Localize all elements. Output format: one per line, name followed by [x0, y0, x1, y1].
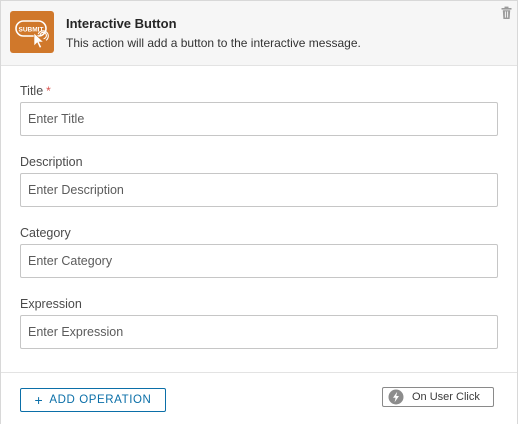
- card-header: SUBMIT Interactive Button This action wi…: [1, 1, 517, 66]
- title-field-label: Title *: [20, 84, 51, 98]
- submit-button-icon: SUBMIT: [10, 11, 54, 53]
- description-field-label: Description: [20, 155, 83, 169]
- add-operation-label: ADD OPERATION: [49, 394, 152, 406]
- lightning-bolt-icon: [388, 389, 404, 405]
- category-input[interactable]: [20, 244, 498, 278]
- card-footer: + ADD OPERATION On User Click: [1, 372, 517, 424]
- on-user-click-trigger[interactable]: On User Click: [382, 387, 494, 407]
- action-form: Title* Description Category Expression: [1, 66, 517, 372]
- title-input[interactable]: [20, 102, 498, 136]
- trash-icon[interactable]: [500, 6, 513, 20]
- expression-input[interactable]: [20, 315, 498, 349]
- plus-icon: +: [34, 392, 44, 408]
- trigger-label: On User Click: [412, 391, 480, 403]
- title-label-text: Title: [20, 84, 44, 98]
- add-operation-button[interactable]: + ADD OPERATION: [20, 388, 166, 412]
- action-title: Interactive Button: [66, 16, 177, 31]
- description-input[interactable]: [20, 173, 498, 207]
- action-description: This action will add a button to the int…: [66, 36, 361, 50]
- category-field-label: Category: [20, 226, 71, 240]
- interactive-button-action-card: SUBMIT Interactive Button This action wi…: [0, 0, 518, 424]
- expression-field-label: Expression: [20, 297, 82, 311]
- required-indicator: *: [46, 84, 51, 98]
